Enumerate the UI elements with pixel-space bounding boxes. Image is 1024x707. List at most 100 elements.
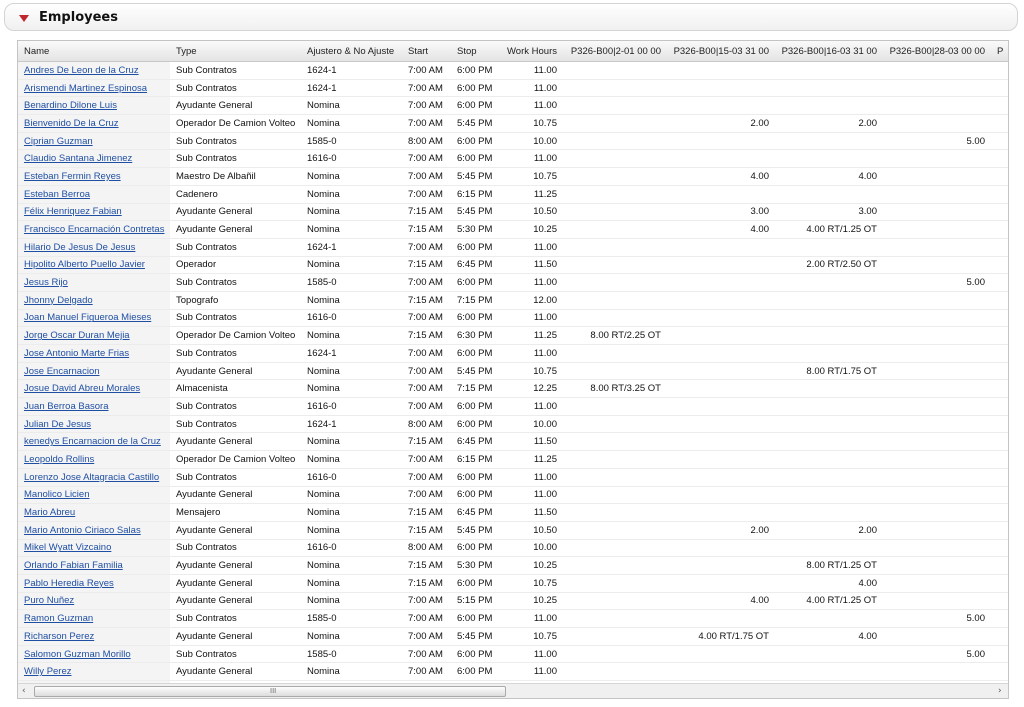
employee-link[interactable]: Andres De Leon de la Cruz [24,65,139,76]
employee-name-cell[interactable]: Joan Manuel Figueroa Mieses [18,309,170,328]
employee-link[interactable]: Hilario De Jesus De Jesus [24,242,135,253]
table-row[interactable]: kenedys Encarnacion de la Cruz Ayudante G… [18,432,1008,452]
employee-link[interactable]: Esteban Berroa [24,189,90,200]
employee-name-cell[interactable]: Manolico Licien [18,486,170,505]
table-row[interactable]: Mikel Wyatt Vizcaino Sub Contratos 1616-0 8… [18,539,1008,558]
table-row[interactable]: Joan Manuel Figueroa Mieses Sub Contratos… [18,309,1008,328]
employee-name-cell[interactable]: kenedys Encarnacion de la Cruz [18,432,170,452]
table-row[interactable]: Mario Abreu Mensajero Nomina 7:15 AM 6:45 PM… [18,503,1008,522]
employee-name-cell[interactable]: Francisco Encarnación Contretas [18,220,170,239]
column-header-9[interactable]: P326-B00|28-03 00 00 [883,41,991,62]
employee-link[interactable]: Julian De Jesus [24,419,91,430]
table-row[interactable]: Orlando Fabian Familia Ayudante General No… [18,556,1008,575]
employee-link[interactable]: Orlando Fabian Familia [24,560,123,571]
table-row[interactable]: Benardino Dilone Luis Ayudante General Nom… [18,96,1008,116]
employee-name-cell[interactable]: Félix Henriquez Fabian [18,203,170,222]
column-header-3[interactable]: Start [402,41,451,62]
employee-name-cell[interactable]: Andres De Leon de la Cruz [18,61,170,80]
table-row[interactable]: Hipolito Alberto Puello Javier Operador No… [18,256,1008,275]
column-header-8[interactable]: P326-B00|16-03 31 00 [775,41,883,62]
table-row[interactable]: Mario Antonio Ciriaco Salas Ayudante Gene… [18,521,1008,540]
employee-link[interactable]: Félix Henriquez Fabian [24,206,122,217]
employee-name-cell[interactable]: Puro Nuñez [18,592,170,611]
employee-name-cell[interactable]: Jose Encarnacion [18,362,170,381]
employee-link[interactable]: Hipolito Alberto Puello Javier [24,259,145,270]
table-row[interactable]: Jose Antonio Marte Frias Sub Contratos 162… [18,344,1008,363]
employee-link[interactable]: Pablo Heredia Reyes [24,578,114,589]
table-row[interactable]: Pablo Heredia Reyes Ayudante General Nomin… [18,574,1008,593]
employee-link[interactable]: Arismendi Martinez Espinosa [24,83,147,94]
employee-name-cell[interactable]: Hilario De Jesus De Jesus [18,238,170,257]
table-row[interactable]: Juan Berroa Basora Sub Contratos 1616-0 7:0… [18,397,1008,416]
employee-link[interactable]: Jose Encarnacion [24,366,100,377]
employee-link[interactable]: Esteban Fermin Reyes [24,171,121,182]
employee-link[interactable]: Ramon Guzman [24,613,93,624]
employee-name-cell[interactable]: Jhonny Delgado [18,291,170,310]
column-header-10[interactable]: P [991,41,1008,62]
table-row[interactable]: Jhonny Delgado Topografo Nomina 7:15 AM 7:15… [18,291,1008,310]
employee-link[interactable]: Josue David Abreu Morales [24,383,140,394]
employee-name-cell[interactable]: Arismendi Martinez Espinosa [18,79,170,98]
employee-name-cell[interactable]: Josue David Abreu Morales [18,379,170,399]
scrollbar-thumb[interactable]: III [34,686,506,697]
table-row[interactable]: Bienvenido De la Cruz Operador De Camion … [18,114,1008,133]
employee-name-cell[interactable]: Leopoldo Rollins [18,450,170,469]
table-row[interactable]: Ciprian Guzman Sub Contratos 1585-0 8:00 AM… [18,132,1008,151]
table-row[interactable]: Arismendi Martinez Espinosa Sub Contratos… [18,79,1008,98]
employee-link[interactable]: Mikel Wyatt Vizcaino [24,542,111,553]
horizontal-scrollbar[interactable]: ‹ III › [18,683,1008,698]
employee-name-cell[interactable]: Ciprian Guzman [18,132,170,151]
table-row[interactable]: Josue David Abreu Morales Almacenista Nomi… [18,379,1008,399]
column-header-6[interactable]: P326-B00|2-01 00 00 [563,41,667,62]
employee-name-cell[interactable]: Mario Antonio Ciriaco Salas [18,521,170,540]
employee-link[interactable]: Willy Perez [24,666,72,677]
employee-name-cell[interactable]: Pablo Heredia Reyes [18,574,170,593]
column-header-2[interactable]: Ajustero & No Ajuste [301,41,402,62]
employee-name-cell[interactable]: Esteban Berroa [18,185,170,204]
table-row[interactable]: Julian De Jesus Sub Contratos 1624-1 8:00 A… [18,415,1008,434]
scroll-right-icon[interactable]: › [998,686,1002,696]
employee-link[interactable]: Benardino Dilone Luis [24,100,117,111]
employee-name-cell[interactable]: Jesus Rijo [18,273,170,292]
employee-name-cell[interactable]: Jorge Oscar Duran Mejia [18,326,170,345]
employee-link[interactable]: Claudio Santana Jimenez [24,153,132,164]
table-row[interactable]: Jorge Oscar Duran Mejia Operador De Camio… [18,326,1008,345]
employee-link[interactable]: Juan Berroa Basora [24,401,109,412]
column-header-1[interactable]: Type [170,41,301,62]
employee-link[interactable]: Mario Antonio Ciriaco Salas [24,525,141,536]
table-row[interactable]: Francisco Encarnación Contretas Ayudante … [18,220,1008,239]
employee-link[interactable]: Puro Nuñez [24,595,74,606]
table-row[interactable]: Lorenzo Jose Altagracia Castillo Sub Cont… [18,468,1008,487]
employee-link[interactable]: Lorenzo Jose Altagracia Castillo [24,472,159,483]
table-row[interactable]: Ramon Guzman Sub Contratos 1585-0 7:00 AM 6:… [18,609,1008,628]
column-header-0[interactable]: Name [18,41,170,62]
table-row[interactable]: Salomon Guzman Morillo Sub Contratos 1585-… [18,645,1008,664]
table-row[interactable]: Esteban Fermin Reyes Maestro De Albañil No… [18,167,1008,186]
employee-link[interactable]: Salomon Guzman Morillo [24,649,131,660]
employee-link[interactable]: Jhonny Delgado [24,295,93,306]
employee-name-cell[interactable]: Orlando Fabian Familia [18,556,170,575]
scroll-left-icon[interactable]: ‹ [22,686,26,696]
column-header-5[interactable]: Work Hours [500,41,563,62]
employee-link[interactable]: Jose Antonio Marte Frias [24,348,129,359]
employees-panel-header[interactable]: Employees [4,3,1018,31]
employee-link[interactable]: Ciprian Guzman [24,136,93,147]
table-row[interactable]: Jose Encarnacion Ayudante General Nomina 7:… [18,362,1008,381]
table-row[interactable]: Claudio Santana Jimenez Sub Contratos 1616… [18,149,1008,169]
employee-name-cell[interactable]: Juan Berroa Basora [18,397,170,416]
employee-link[interactable]: kenedys Encarnacion de la Cruz [24,436,161,447]
employee-link[interactable]: Leopoldo Rollins [24,454,94,465]
column-header-4[interactable]: Stop [451,41,500,62]
collapse-triangle-icon[interactable] [19,15,29,22]
employee-link[interactable]: Bienvenido De la Cruz [24,118,119,129]
column-header-7[interactable]: P326-B00|15-03 31 00 [667,41,775,62]
employee-name-cell[interactable]: Jose Antonio Marte Frias [18,344,170,363]
employee-link[interactable]: Jesus Rijo [24,277,68,288]
employee-name-cell[interactable]: Mikel Wyatt Vizcaino [18,539,170,558]
table-row[interactable]: Richarson Perez Ayudante General Nomina 7:0… [18,627,1008,646]
table-row[interactable]: Esteban Berroa Cadenero Nomina 7:00 AM 6:15 … [18,185,1008,204]
table-row[interactable]: Willy Perez Ayudante General Nomina 7:00 AM… [18,662,1008,682]
employee-link[interactable]: Manolico Licien [24,489,89,500]
employee-name-cell[interactable]: Mario Abreu [18,503,170,522]
table-row[interactable]: Andres De Leon de la Cruz Sub Contratos 16… [18,61,1008,80]
